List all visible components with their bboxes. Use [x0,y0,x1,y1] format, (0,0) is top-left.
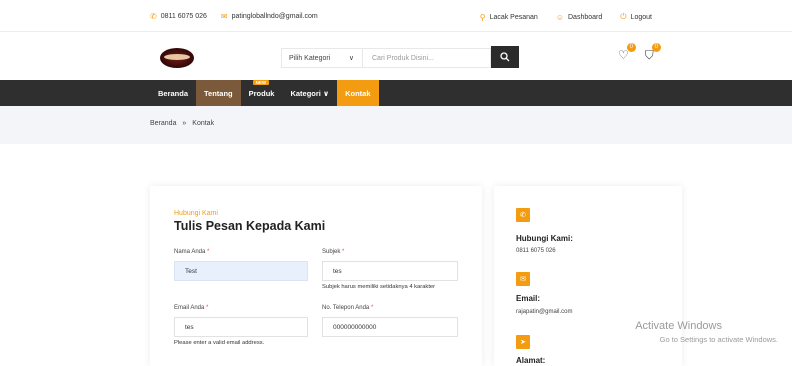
info-email-heading: Email: [516,294,541,303]
header-icons: ♡ 0 ⛉ 0 [618,43,661,63]
email-label: Email Anda * [174,305,209,311]
user-icon: ☺ [555,12,564,22]
wishlist-count: 0 [626,43,636,52]
search-input[interactable]: Cari Produk Disini... [363,48,491,68]
chevron-down-icon: ∨ [348,55,354,62]
dashboard-link[interactable]: ☺ Dashboard [556,13,602,22]
nav-item-produk[interactable]: NEW Produk [241,80,283,106]
phone-icon: ✆ [150,12,157,21]
track-order-link[interactable]: ⚲ Lacak Pesanan [480,13,538,22]
phone-icon: ✆ [516,208,530,222]
name-field[interactable]: Test [174,261,308,281]
activate-windows-title: Activate Windows [635,320,722,332]
form-title: Tulis Pesan Kepada Kami [174,219,326,233]
info-phone-heading: Hubungi Kami: [516,234,573,243]
category-select[interactable]: Pilih Kategori ∨ [281,48,363,68]
breadcrumb-bar [0,106,792,144]
contact-info-card: ✆ Hubungi Kami: 0811 6075 026 ✉ Email: r… [494,186,682,366]
send-icon: ➤ [516,335,530,349]
contact-form-card: Hubungi Kami Tulis Pesan Kepada Kami Nam… [150,186,482,366]
nav-item-beranda[interactable]: Beranda [150,80,196,106]
top-bar: ✆ 0811 6075 026 ✉ patingloballndo@gmail.co… [0,0,792,32]
cart-button[interactable]: ⛉ 0 [645,43,661,63]
info-phone-value: 0811 6075 026 [516,248,556,254]
search-icon [500,52,510,62]
topbar-email[interactable]: ✉ patingloballndo@gmail.com [221,12,318,21]
subject-label: Subjek * [322,249,345,255]
logout-link[interactable]: ⏻ Logout [620,12,652,22]
topbar-phone[interactable]: ✆ 0811 6075 026 [150,12,207,21]
email-field[interactable]: tes [174,317,308,337]
nav-item-kategori[interactable]: Kategori ∨ [282,80,337,106]
new-badge: NEW [252,80,270,85]
subject-field[interactable]: tes [322,261,458,281]
main-nav: Beranda Tentang NEW Produk Kategori ∨ Kon… [0,80,792,106]
phone-label: No. Telepon Anda * [322,305,374,311]
email-help-text: Please enter a valid email address. [174,340,265,346]
subject-help-text: Subjek harus memiliki setidaknya 4 karak… [322,284,436,290]
breadcrumb-home[interactable]: Beranda [150,120,176,127]
name-label: Nama Anda * [174,249,210,255]
phone-field[interactable]: 000000000000 [322,317,458,337]
wishlist-button[interactable]: ♡ 0 [618,43,636,63]
mail-icon: ✉ [220,12,228,21]
breadcrumb-current: Kontak [192,120,215,127]
cart-count: 0 [651,43,661,52]
info-address-heading: Alamat: [516,356,546,365]
site-logo[interactable] [160,48,194,68]
form-subtitle: Hubungi Kami [174,210,218,217]
breadcrumb: Beranda » Kontak [150,120,214,127]
activate-windows-subtitle: Go to Settings to activate Windows. [659,335,778,344]
breadcrumb-separator: » [182,120,187,127]
nav-item-kontak[interactable]: Kontak [337,80,379,106]
location-pin-icon: ⚲ [479,12,486,22]
power-icon: ⏻ [620,12,627,21]
search-button[interactable] [491,46,519,68]
logo-fish-shape [164,54,190,60]
nav-item-tentang[interactable]: Tentang [196,80,241,106]
mail-icon: ✉ [516,272,530,286]
info-email-value: rajapatin@gmail.com [516,309,573,315]
